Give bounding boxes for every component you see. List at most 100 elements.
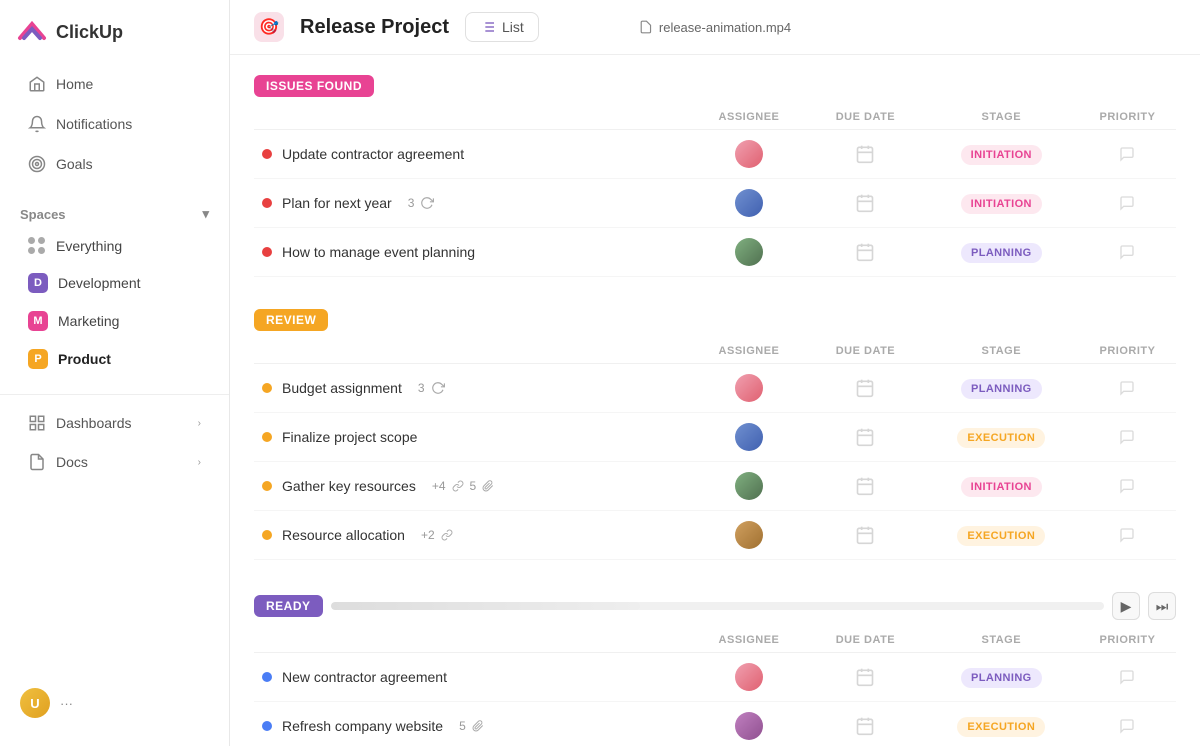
stage-badge: EXECUTION bbox=[957, 717, 1045, 737]
marketing-badge: M bbox=[28, 311, 48, 331]
review-table: ASSIGNEE DUE DATE STAGE PRIORITY Budget … bbox=[254, 339, 1176, 560]
col-task-header bbox=[254, 628, 691, 653]
view-label: List bbox=[502, 19, 524, 35]
col-assignee-header: ASSIGNEE bbox=[691, 105, 807, 130]
priority-icon bbox=[1119, 718, 1135, 734]
paperclip-icon bbox=[482, 480, 494, 492]
table-row[interactable]: Plan for next year 3 INITIATION bbox=[254, 179, 1176, 228]
assignee-avatar bbox=[735, 521, 763, 549]
col-stage-header: STAGE bbox=[924, 105, 1079, 130]
bell-icon bbox=[28, 115, 46, 133]
assignee-avatar bbox=[735, 140, 763, 168]
review-badge: REVIEW bbox=[254, 309, 328, 331]
task-dot bbox=[262, 672, 272, 682]
nav-goals[interactable]: Goals bbox=[8, 145, 221, 183]
calendar-icon bbox=[855, 144, 875, 164]
calendar-icon bbox=[855, 242, 875, 262]
user-name-label: ··· bbox=[60, 696, 73, 711]
nav-notifications[interactable]: Notifications bbox=[8, 105, 221, 143]
task-name: Resource allocation+2 bbox=[262, 527, 683, 543]
task-extras: +2 bbox=[421, 528, 453, 542]
user-avatar: U bbox=[20, 688, 50, 718]
fast-forward-button[interactable]: ⏭ bbox=[1148, 592, 1176, 620]
calendar-icon bbox=[855, 716, 875, 736]
col-task-header bbox=[254, 339, 691, 364]
play-button[interactable]: ▶ bbox=[1112, 592, 1140, 620]
stage-badge: INITIATION bbox=[961, 194, 1042, 214]
extras-count: 3 bbox=[408, 196, 415, 210]
ready-table: ASSIGNEE DUE DATE STAGE PRIORITY New con… bbox=[254, 628, 1176, 746]
priority-icon bbox=[1119, 527, 1135, 543]
file-icon bbox=[639, 20, 653, 34]
col-task-header bbox=[254, 105, 691, 130]
space-marketing-label: Marketing bbox=[58, 313, 119, 329]
user-avatar-area[interactable]: U ··· bbox=[0, 676, 229, 730]
priority-icon bbox=[1119, 478, 1135, 494]
table-row[interactable]: New contractor agreement PLANNING bbox=[254, 653, 1176, 702]
priority-icon bbox=[1119, 244, 1135, 260]
nav-docs-label: Docs bbox=[56, 454, 88, 470]
priority-icon bbox=[1119, 669, 1135, 685]
home-icon bbox=[28, 75, 46, 93]
nav-dashboards[interactable]: Dashboards › bbox=[8, 404, 221, 442]
space-everything-label: Everything bbox=[56, 238, 122, 254]
link-icon bbox=[452, 480, 464, 492]
view-toggle-list[interactable]: List bbox=[465, 12, 539, 42]
assignee-avatar bbox=[735, 238, 763, 266]
col-duedate-header: DUE DATE bbox=[807, 628, 923, 653]
top-bar: 🎯 Release Project List release-animation… bbox=[230, 0, 1200, 55]
dashboards-arrow-icon: › bbox=[198, 418, 201, 429]
task-dot bbox=[262, 481, 272, 491]
section-review: REVIEW ASSIGNEE DUE DATE STAGE PRIORITY … bbox=[254, 309, 1176, 560]
col-priority-header: PRIORITY bbox=[1079, 339, 1176, 364]
content-area: ISSUES FOUND ASSIGNEE DUE DATE STAGE PRI… bbox=[230, 55, 1200, 746]
task-name: Update contractor agreement bbox=[262, 146, 683, 162]
task-label: Finalize project scope bbox=[282, 429, 417, 445]
task-name: New contractor agreement bbox=[262, 669, 683, 685]
project-title: Release Project bbox=[300, 16, 449, 39]
table-row[interactable]: How to manage event planning PLANNING bbox=[254, 228, 1176, 277]
nav-notifications-label: Notifications bbox=[56, 116, 132, 132]
docs-icon bbox=[28, 453, 46, 471]
stage-badge: PLANNING bbox=[961, 668, 1042, 688]
sidebar-item-product[interactable]: P Product bbox=[8, 341, 221, 377]
sidebar-item-marketing[interactable]: M Marketing bbox=[8, 303, 221, 339]
col-stage-header: STAGE bbox=[924, 339, 1079, 364]
stage-badge: INITIATION bbox=[961, 145, 1042, 165]
col-duedate-header: DUE DATE bbox=[807, 105, 923, 130]
clickup-logo-icon bbox=[16, 16, 48, 48]
task-label: Plan for next year bbox=[282, 195, 392, 211]
nav-home[interactable]: Home bbox=[8, 65, 221, 103]
calendar-icon bbox=[855, 667, 875, 687]
col-stage-header: STAGE bbox=[924, 628, 1079, 653]
task-dot bbox=[262, 198, 272, 208]
task-label: How to manage event planning bbox=[282, 244, 475, 260]
spaces-collapse-icon[interactable]: ▾ bbox=[202, 206, 209, 222]
table-row[interactable]: Resource allocation+2 EXECUTION bbox=[254, 511, 1176, 560]
task-dot bbox=[262, 432, 272, 442]
table-row[interactable]: Finalize project scope EXECUTION bbox=[254, 413, 1176, 462]
calendar-icon bbox=[855, 525, 875, 545]
table-row[interactable]: Update contractor agreement INITIATION bbox=[254, 130, 1176, 179]
grid-icon bbox=[28, 237, 46, 255]
task-label: Budget assignment bbox=[282, 380, 402, 396]
sidebar: ClickUp Home Notifications Goals Spaces … bbox=[0, 0, 230, 746]
extras-count: +2 bbox=[421, 528, 435, 542]
table-row[interactable]: Refresh company website5 EXECUTION bbox=[254, 702, 1176, 746]
assignee-avatar bbox=[735, 712, 763, 740]
app-name: ClickUp bbox=[56, 22, 123, 43]
table-row[interactable]: Gather key resources+4 5 INITIATION bbox=[254, 462, 1176, 511]
refresh-icon bbox=[431, 381, 445, 395]
stage-badge: EXECUTION bbox=[957, 526, 1045, 546]
logo[interactable]: ClickUp bbox=[0, 16, 229, 64]
assignee-avatar bbox=[735, 423, 763, 451]
table-row[interactable]: Budget assignment3 PLANNING bbox=[254, 364, 1176, 413]
sidebar-item-development[interactable]: D Development bbox=[8, 265, 221, 301]
dashboards-icon bbox=[28, 414, 46, 432]
task-label: Gather key resources bbox=[282, 478, 416, 494]
sidebar-item-everything[interactable]: Everything bbox=[8, 229, 221, 263]
nav-docs[interactable]: Docs › bbox=[8, 443, 221, 481]
task-name: How to manage event planning bbox=[262, 244, 683, 260]
task-name: Budget assignment3 bbox=[262, 380, 683, 396]
task-label: Update contractor agreement bbox=[282, 146, 464, 162]
